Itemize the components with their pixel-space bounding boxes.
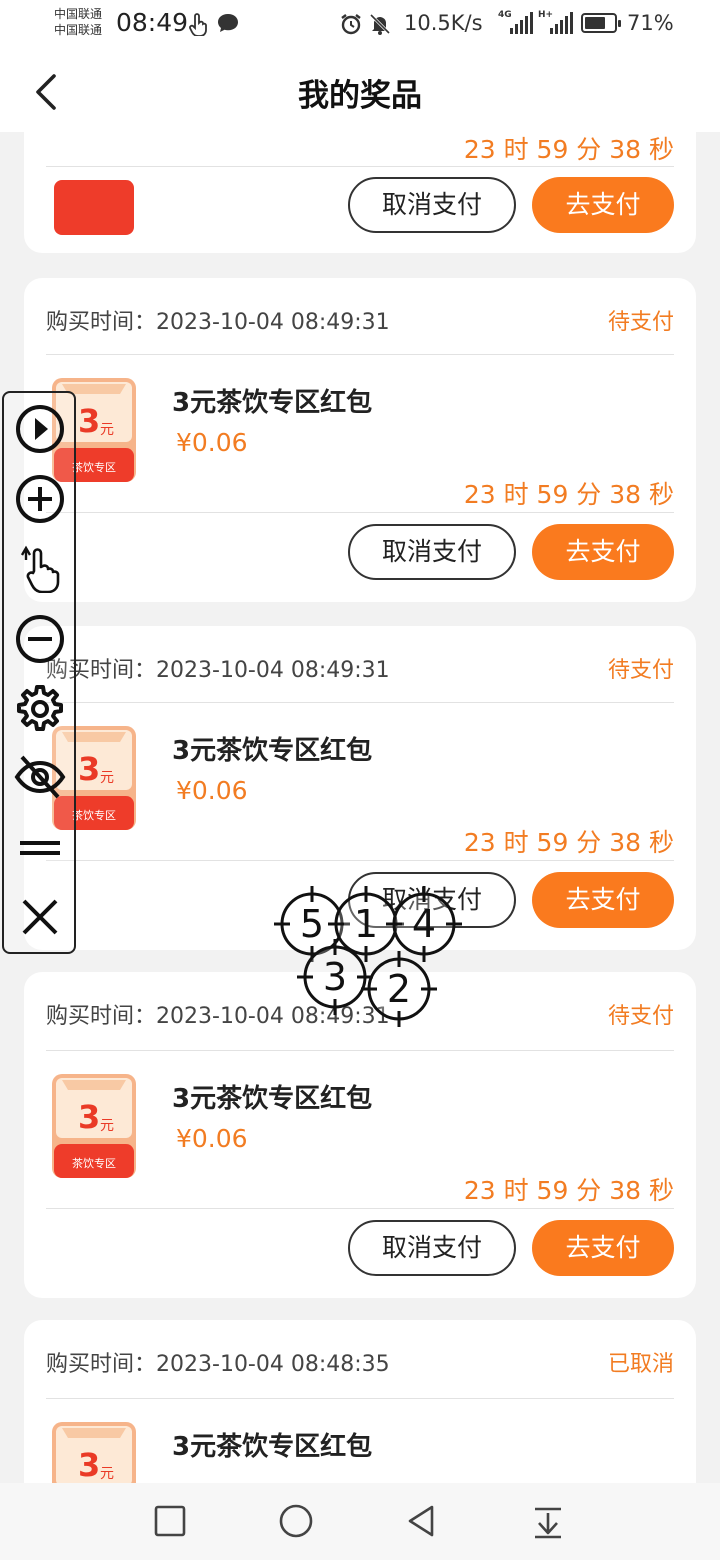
- countdown-timer: 23 时 59 分 38 秒: [463, 480, 674, 509]
- svg-text:3: 3: [78, 750, 100, 788]
- countdown-timer: 23 时 59 分 38 秒: [463, 828, 674, 857]
- pay-button[interactable]: 去支付: [532, 872, 674, 928]
- svg-text:元: 元: [100, 422, 114, 438]
- battery-icon: [581, 13, 621, 33]
- divider: [46, 1050, 674, 1051]
- countdown-timer: 23 时 59 分 38 秒: [463, 135, 674, 164]
- coupon-thumbnail[interactable]: [50, 132, 138, 238]
- carrier-1: 中国联通: [54, 7, 103, 21]
- touch-marker: 2: [361, 951, 437, 1027]
- order-card: 购买时间：2023-10-04 08:49:31 待支付 3 元 茶饮专区 3元…: [24, 278, 696, 602]
- status-bar: 中国联通 中国联通 08:49 10.5K/s 4G H+ 71%: [0, 0, 720, 52]
- signal-icon: [510, 12, 533, 34]
- order-status: 待支付: [607, 658, 674, 683]
- divider: [46, 702, 674, 703]
- product-name[interactable]: 3元茶饮专区红包: [172, 1078, 372, 1115]
- order-card: 23 时 59 分 38 秒 取消支付 去支付: [24, 132, 696, 253]
- tap-gesture-icon[interactable]: [14, 541, 66, 594]
- coupon-thumbnail[interactable]: 3 元 茶饮专区: [50, 1072, 138, 1180]
- alarm-icon: [339, 12, 363, 41]
- divider: [46, 1398, 674, 1399]
- header: 我的奖品: [0, 52, 720, 132]
- play-icon[interactable]: [14, 403, 66, 455]
- clock: 08:49: [116, 8, 189, 37]
- product-name[interactable]: 3元茶饮专区红包: [172, 1426, 372, 1463]
- order-status: 待支付: [607, 310, 674, 335]
- order-card: 购买时间：2023-10-04 08:48:35 已取消 3 元 3元茶饮专区红…: [24, 1320, 696, 1483]
- order-status: 待支付: [607, 1004, 674, 1029]
- divider: [46, 166, 674, 167]
- battery-percentage: 71%: [627, 11, 674, 35]
- pay-button[interactable]: 去支付: [532, 1220, 674, 1276]
- order-list[interactable]: 23 时 59 分 38 秒 取消支付 去支付 购买时间：2023-10-04 …: [0, 132, 720, 1483]
- cancel-payment-button[interactable]: 取消支付: [348, 1220, 516, 1276]
- divider: [46, 1208, 674, 1209]
- drag-handle-icon[interactable]: [14, 821, 66, 873]
- pay-button[interactable]: 去支付: [532, 177, 674, 233]
- zoom-in-icon[interactable]: [14, 473, 66, 525]
- page-title: 我的奖品: [298, 78, 422, 114]
- svg-text:元: 元: [100, 1118, 114, 1134]
- pay-button[interactable]: 去支付: [532, 524, 674, 580]
- svg-text:茶饮专区: 茶饮专区: [72, 808, 116, 822]
- product-price: ¥0.06: [176, 776, 248, 805]
- gear-icon[interactable]: [14, 683, 66, 735]
- back-triangle-icon[interactable]: [402, 1501, 442, 1541]
- svg-text:茶饮专区: 茶饮专区: [72, 1156, 116, 1170]
- svg-text:3: 3: [78, 1446, 100, 1483]
- home-circle-icon[interactable]: [276, 1501, 316, 1541]
- network-speed: 10.5K/s: [404, 11, 483, 35]
- signal-icon: [550, 12, 573, 34]
- divider: [46, 860, 674, 861]
- svg-text:3: 3: [78, 402, 100, 440]
- product-name[interactable]: 3元茶饮专区红包: [172, 730, 372, 767]
- order-status: 已取消: [607, 1352, 674, 1377]
- chat-bubble-icon: [216, 12, 240, 39]
- svg-text:元: 元: [100, 770, 114, 786]
- order-card: 购买时间：2023-10-04 08:49:31 待支付 3 元 茶饮专区 3元…: [24, 972, 696, 1298]
- divider: [46, 512, 674, 513]
- svg-text:茶饮专区: 茶饮专区: [72, 460, 116, 474]
- zoom-out-icon[interactable]: [14, 613, 66, 665]
- notification-pulldown-icon[interactable]: [528, 1501, 568, 1541]
- bell-muted-icon: [368, 12, 392, 41]
- close-icon[interactable]: [14, 891, 66, 943]
- system-nav-bar: [0, 1483, 720, 1560]
- cancel-payment-button[interactable]: 取消支付: [348, 177, 516, 233]
- touch-marker-label: 2: [386, 967, 412, 1011]
- cancel-payment-button[interactable]: 取消支付: [348, 524, 516, 580]
- coupon-thumbnail[interactable]: 3 元: [50, 1420, 138, 1483]
- purchase-time: 购买时间：2023-10-04 08:49:31: [46, 310, 390, 335]
- product-price: ¥0.06: [176, 428, 248, 457]
- recents-square-icon[interactable]: [150, 1501, 190, 1541]
- product-price: ¥0.06: [176, 1124, 248, 1153]
- svg-text:3: 3: [78, 1098, 100, 1136]
- floating-tool-panel: [2, 391, 76, 954]
- purchase-time: 购买时间：2023-10-04 08:49:31: [46, 658, 390, 683]
- carrier-2: 中国联通: [54, 23, 103, 37]
- hand-pointer-icon: [188, 12, 210, 41]
- eye-off-icon[interactable]: [14, 751, 66, 803]
- divider: [46, 354, 674, 355]
- purchase-time: 购买时间：2023-10-04 08:48:35: [46, 1352, 390, 1377]
- carrier-labels: 中国联通 中国联通: [54, 6, 102, 38]
- product-name[interactable]: 3元茶饮专区红包: [172, 382, 372, 419]
- svg-text:元: 元: [100, 1466, 114, 1482]
- countdown-timer: 23 时 59 分 38 秒: [463, 1176, 674, 1205]
